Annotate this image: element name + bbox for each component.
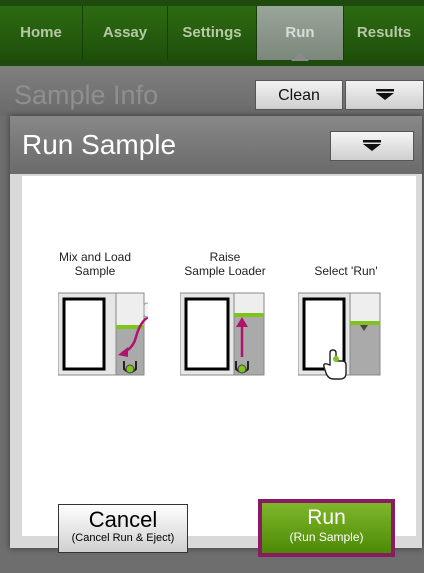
background-title: Sample Info bbox=[14, 80, 159, 110]
tab-results[interactable]: Results bbox=[344, 6, 424, 60]
run-button-face: Run (Run Sample) bbox=[262, 503, 391, 553]
dialog-title: Run Sample bbox=[22, 129, 177, 160]
run-button-sublabel: (Run Sample) bbox=[289, 530, 364, 544]
run-button[interactable]: Run (Run Sample) bbox=[258, 499, 395, 557]
step-2-label-line1: Raise bbox=[209, 250, 241, 264]
dropdown-menu-icon bbox=[363, 140, 381, 151]
step-1-label: Mix and Load Sample bbox=[40, 250, 150, 278]
dialog-content: Mix and Load Sample Raise Sample Loader … bbox=[22, 176, 416, 557]
raise-sample-loader-illustration bbox=[180, 292, 265, 376]
cancel-button[interactable]: Cancel (Cancel Run & Eject) bbox=[58, 504, 188, 553]
dialog-menu-button[interactable] bbox=[330, 131, 414, 161]
dialog-header: Run Sample bbox=[10, 116, 422, 174]
run-button-label: Run bbox=[307, 506, 346, 529]
top-nav: Home Assay Settings Run Results bbox=[0, 0, 424, 66]
dropdown-menu-icon bbox=[375, 89, 394, 100]
mix-load-sample-illustration bbox=[58, 292, 148, 376]
clean-button[interactable]: Clean bbox=[255, 80, 343, 110]
step-3-label: Select 'Run' bbox=[291, 264, 401, 278]
background-menu-button[interactable] bbox=[345, 80, 424, 110]
cancel-button-sublabel: (Cancel Run & Eject) bbox=[71, 532, 175, 544]
cancel-button-label: Cancel bbox=[88, 507, 158, 532]
tab-settings[interactable]: Settings bbox=[168, 6, 257, 60]
tab-run[interactable]: Run bbox=[257, 6, 344, 61]
run-sample-dialog: Run Sample Mix and Load Sample Raise Sam… bbox=[10, 116, 422, 557]
select-run-illustration bbox=[298, 292, 381, 380]
step-2-label-line2: Sample Loader bbox=[184, 264, 266, 278]
step-3-label-line1: Select 'Run' bbox=[314, 264, 378, 278]
step-2-label: Raise Sample Loader bbox=[170, 250, 280, 278]
step-1-label-line1: Mix and Load bbox=[58, 250, 132, 264]
tab-assay[interactable]: Assay bbox=[83, 6, 168, 60]
tab-home[interactable]: Home bbox=[0, 6, 83, 60]
step-1-label-line2: Sample bbox=[74, 264, 116, 278]
